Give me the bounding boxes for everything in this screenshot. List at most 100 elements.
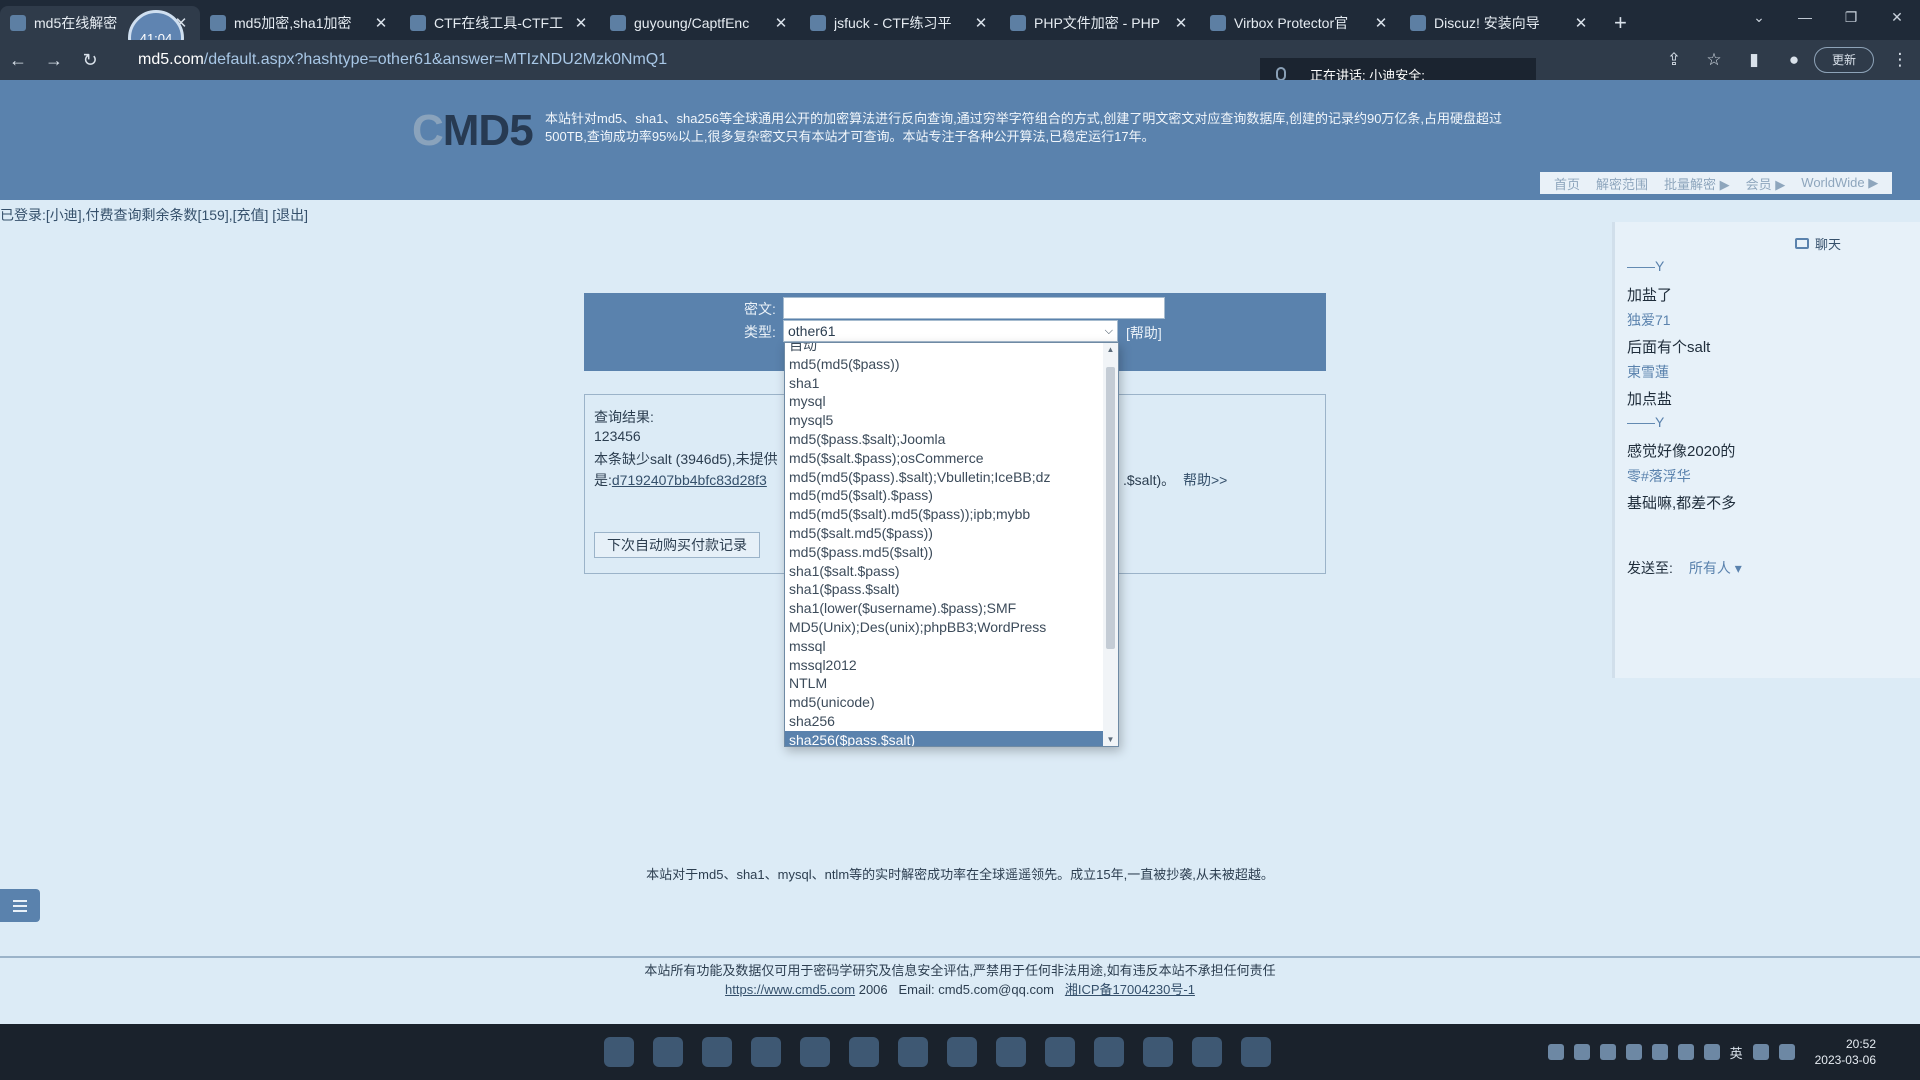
- dropdown-option[interactable]: mssql: [785, 637, 1104, 656]
- dropdown-option[interactable]: sha1(lower($username).$pass);SMF: [785, 599, 1104, 618]
- nav-member[interactable]: 会员 ▶: [1738, 174, 1794, 193]
- dropdown-option[interactable]: md5($salt.$pass);osCommerce: [785, 449, 1104, 468]
- shield-icon[interactable]: [1599, 1044, 1616, 1060]
- tray-icon[interactable]: [1625, 1044, 1642, 1060]
- update-button[interactable]: 更新: [1814, 47, 1874, 73]
- auto-buy-button[interactable]: 下次自动购买付款记录: [594, 532, 760, 558]
- app-icon[interactable]: [996, 1037, 1026, 1067]
- dropdown-option[interactable]: sha256: [785, 712, 1104, 731]
- minimize-icon[interactable]: —: [1782, 0, 1828, 34]
- scroll-down-icon[interactable]: ▼: [1103, 735, 1118, 744]
- hash-type-select[interactable]: other61 ⌵: [783, 320, 1118, 342]
- settings-icon[interactable]: [1094, 1037, 1124, 1067]
- result-help-link[interactable]: 帮助>>: [1183, 470, 1227, 490]
- close-icon[interactable]: ✕: [972, 14, 990, 32]
- share-icon[interactable]: ⇪: [1654, 50, 1694, 70]
- close-window-icon[interactable]: ✕: [1874, 0, 1920, 34]
- dropdown-option[interactable]: NTLM: [785, 674, 1104, 693]
- profile-icon[interactable]: ●: [1774, 50, 1814, 70]
- tray-icon[interactable]: [1651, 1044, 1668, 1060]
- cipher-input[interactable]: [783, 297, 1165, 319]
- photos-icon[interactable]: [898, 1037, 928, 1067]
- windows-start-icon[interactable]: [604, 1037, 634, 1067]
- dropdown-option[interactable]: md5(md5($salt).md5($pass));ipb;mybb: [785, 505, 1104, 524]
- dropdown-scrollbar[interactable]: ▲ ▼: [1103, 343, 1118, 746]
- dropdown-option[interactable]: sha1($pass.$salt): [785, 580, 1104, 599]
- dropdown-option[interactable]: sha1($salt.$pass): [785, 562, 1104, 581]
- url-field[interactable]: md5.com/default.aspx?hashtype=other61&an…: [138, 45, 1218, 75]
- store-icon[interactable]: [800, 1037, 830, 1067]
- nav-worldwide[interactable]: WorldWide ▶: [1793, 175, 1886, 191]
- logout-link[interactable]: [退出]: [272, 207, 308, 223]
- tab-jsfuck[interactable]: jsfuck - CTF练习平 ✕: [800, 6, 1000, 40]
- clock[interactable]: 20:52 2023-03-06: [1815, 1036, 1876, 1068]
- app-icon[interactable]: [849, 1037, 879, 1067]
- edge-icon[interactable]: [702, 1037, 732, 1067]
- hash-type-dropdown[interactable]: 自动 md5(md5($pass)) sha1 mysql mysql5 md5($pas…: [784, 342, 1119, 747]
- display-icon[interactable]: [1752, 1044, 1769, 1060]
- microphone-icon[interactable]: [1703, 1044, 1720, 1060]
- close-icon[interactable]: ✕: [1572, 14, 1590, 32]
- reload-icon[interactable]: ↻: [72, 42, 108, 78]
- network-icon[interactable]: [1677, 1044, 1694, 1060]
- new-tab-button[interactable]: +: [1600, 6, 1641, 40]
- site-link[interactable]: https://www.cmd5.com: [725, 982, 855, 997]
- app-icon[interactable]: [1241, 1037, 1271, 1067]
- more-menu-icon[interactable]: ⋮: [1880, 50, 1920, 70]
- dropdown-option[interactable]: MD5(Unix);Des(unix);phpBB3;WordPress: [785, 618, 1104, 637]
- sidebar-icon[interactable]: ▮: [1734, 50, 1774, 70]
- close-icon[interactable]: ✕: [772, 14, 790, 32]
- bookmark-star-icon[interactable]: ☆: [1694, 50, 1734, 70]
- cmd5-logo[interactable]: CMD5: [412, 106, 534, 156]
- tab-md5-encrypt[interactable]: md5加密,sha1加密 ✕: [200, 6, 400, 40]
- close-icon[interactable]: ✕: [572, 14, 590, 32]
- chrome-icon[interactable]: [751, 1037, 781, 1067]
- scroll-up-icon[interactable]: ▲: [1103, 345, 1118, 354]
- close-icon[interactable]: ✕: [1172, 14, 1190, 32]
- dropdown-option[interactable]: md5(md5($pass).$salt);Vbulletin;IceBB;dz: [785, 468, 1104, 487]
- recharge-link[interactable]: [充值]: [233, 207, 269, 223]
- dropdown-option[interactable]: md5(md5($pass)): [785, 355, 1104, 374]
- dropdown-option[interactable]: mysql5: [785, 411, 1104, 430]
- phpstorm-icon[interactable]: [1192, 1037, 1222, 1067]
- close-icon[interactable]: ✕: [372, 14, 390, 32]
- file-explorer-icon[interactable]: [653, 1037, 683, 1067]
- dropdown-option[interactable]: 自动: [785, 343, 1104, 355]
- input-language[interactable]: 英: [1730, 1043, 1743, 1062]
- dropdown-option[interactable]: md5($salt.md5($pass)): [785, 524, 1104, 543]
- result-hash-link[interactable]: d7192407bb4bfc83d28f3: [612, 472, 767, 488]
- tab-github[interactable]: guyoung/CaptfEnc ✕: [600, 6, 800, 40]
- tab-discuz[interactable]: Discuz! 安装向导 ✕: [1400, 6, 1600, 40]
- restore-icon[interactable]: ❐: [1828, 0, 1874, 34]
- tab-php-encrypt[interactable]: PHP文件加密 - PHP ✕: [1000, 6, 1200, 40]
- app-icon[interactable]: [1045, 1037, 1075, 1067]
- dropdown-option[interactable]: mssql2012: [785, 656, 1104, 675]
- send-to-select[interactable]: 所有人 ▾: [1689, 560, 1742, 576]
- nav-home[interactable]: 首页: [1546, 174, 1588, 193]
- tab-virbox[interactable]: Virbox Protector官 ✕: [1200, 6, 1400, 40]
- app-icon[interactable]: [1143, 1037, 1173, 1067]
- nav-batch[interactable]: 批量解密 ▶: [1656, 174, 1738, 193]
- dropdown-option[interactable]: mysql: [785, 392, 1104, 411]
- close-icon[interactable]: ✕: [1372, 14, 1390, 32]
- forward-icon[interactable]: →: [36, 42, 72, 78]
- icp-link[interactable]: 湘ICP备17004230号-1: [1065, 982, 1195, 997]
- dropdown-option[interactable]: md5(md5($salt).$pass): [785, 486, 1104, 505]
- tray-icon[interactable]: [1547, 1044, 1564, 1060]
- dropdown-option[interactable]: sha1: [785, 374, 1104, 393]
- dropdown-option[interactable]: md5($pass.md5($salt)): [785, 543, 1104, 562]
- tab-list-icon[interactable]: ⌄: [1736, 0, 1782, 34]
- tab-ctf-tools[interactable]: CTF在线工具-CTF工 ✕: [400, 6, 600, 40]
- dropdown-option[interactable]: sha256($pass.$salt): [785, 730, 1104, 746]
- nav-range[interactable]: 解密范围: [1588, 174, 1656, 193]
- volume-icon[interactable]: [1778, 1044, 1795, 1060]
- scroll-thumb[interactable]: [1106, 367, 1115, 649]
- tray-icon[interactable]: [1573, 1044, 1590, 1060]
- notepad-icon[interactable]: [947, 1037, 977, 1067]
- dropdown-option[interactable]: md5($pass.$salt);Joomla: [785, 430, 1104, 449]
- back-icon[interactable]: ←: [0, 42, 36, 78]
- chat-sender: 零#落浮华: [1627, 468, 1691, 484]
- dropdown-option[interactable]: md5(unicode): [785, 693, 1104, 712]
- help-link[interactable]: [帮助]: [1126, 323, 1162, 343]
- menu-button[interactable]: [0, 889, 40, 922]
